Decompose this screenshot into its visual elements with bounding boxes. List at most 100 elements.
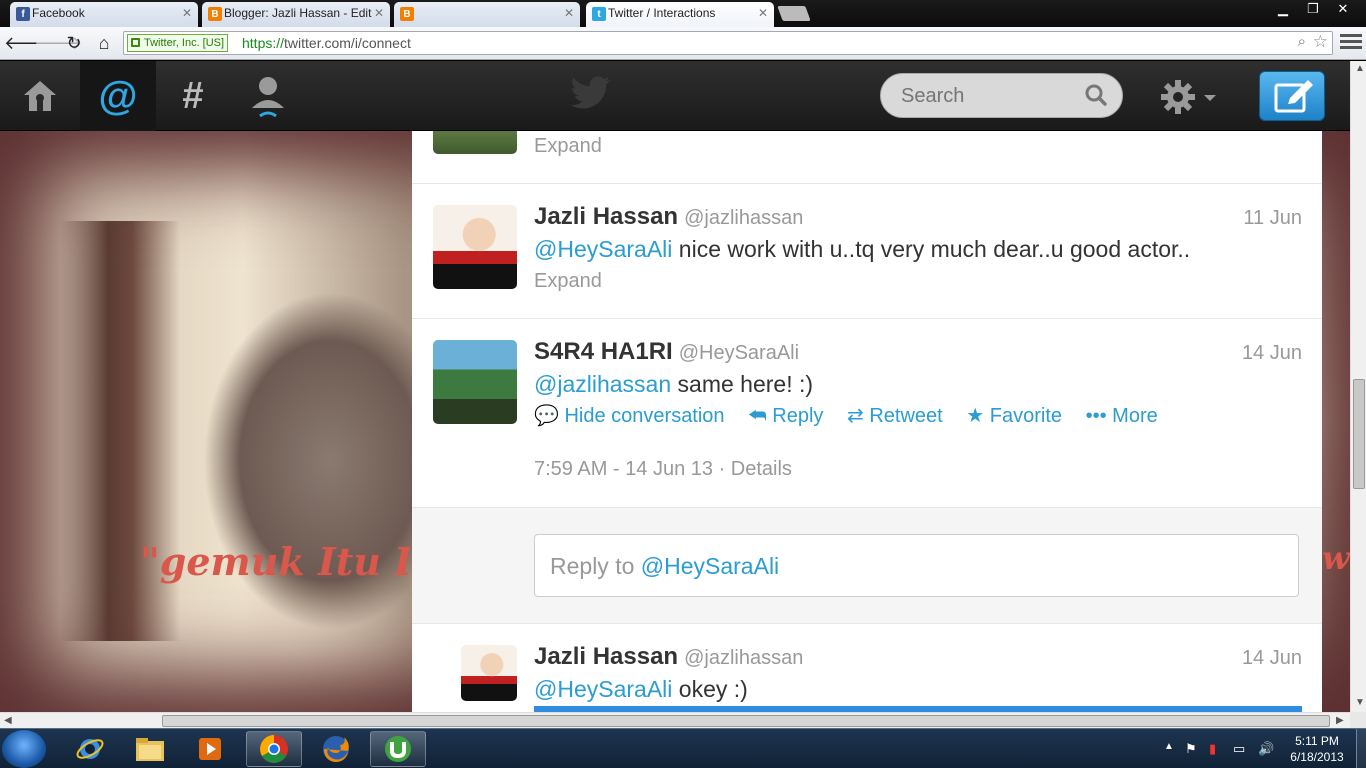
ev-certificate-badge[interactable]: Twitter, Inc. [US] bbox=[127, 34, 229, 52]
close-icon[interactable]: ✕ bbox=[374, 2, 384, 25]
action-center-flag-icon[interactable]: ⚑ bbox=[1185, 741, 1197, 757]
details-link[interactable]: Details bbox=[731, 458, 792, 480]
home-button[interactable]: ⌂ bbox=[92, 31, 116, 55]
tweet-text: @HeySaraAli okey :) bbox=[534, 676, 748, 703]
back-button[interactable]: 🡐 bbox=[4, 31, 52, 55]
tweet-text: @jazlihassan same here! :) bbox=[534, 371, 813, 398]
taskbar-media-player[interactable] bbox=[182, 731, 238, 767]
tweet-timestamp[interactable]: 7:59 AM - 14 Jun 13 bbox=[534, 458, 713, 480]
internet-explorer-icon bbox=[76, 739, 104, 759]
system-clock[interactable]: 5:11 PM 6/18/2013 bbox=[1282, 733, 1352, 765]
firefox-icon bbox=[323, 736, 349, 763]
scroll-right-arrow[interactable]: ▶ bbox=[1336, 715, 1344, 726]
new-tab-button[interactable] bbox=[777, 6, 811, 21]
facebook-icon: f bbox=[16, 7, 30, 21]
avatar[interactable] bbox=[433, 131, 517, 154]
reply-input[interactable]: Reply to @HeySaraAli bbox=[534, 534, 1299, 597]
user-icon bbox=[252, 77, 284, 118]
tweet-item-expanded[interactable]: S4R4 HA1RI @HeySaraAli 14 Jun @jazlihassa… bbox=[412, 319, 1322, 508]
zoom-icon[interactable]: ⌕ bbox=[1298, 33, 1306, 50]
expand-link[interactable]: Expand bbox=[534, 135, 602, 158]
forward-button[interactable]: 🡒 bbox=[34, 31, 82, 55]
tweet-text: @HeySaraAli nice work with u..tq very mu… bbox=[534, 236, 1190, 263]
avatar[interactable] bbox=[461, 645, 517, 701]
show-hidden-icons-arrow[interactable]: ▲ bbox=[1164, 741, 1174, 752]
browser-toolbar: 🡐 🡒 ↻ ⌂ Twitter, Inc. [US] https://twitt… bbox=[0, 27, 1366, 60]
horizontal-scrollbar[interactable]: ◀ ▶ bbox=[0, 712, 1350, 728]
taskbar-utorrent[interactable] bbox=[370, 731, 426, 767]
nav-discover[interactable]: # bbox=[155, 61, 231, 131]
tab-blogger-edit[interactable]: B Blogger: Jazli Hassan - Edit ✕ bbox=[202, 2, 390, 27]
chrome-menu-button[interactable] bbox=[1340, 31, 1362, 55]
home-icon bbox=[24, 81, 56, 111]
scroll-down-arrow[interactable]: ▼ bbox=[1355, 697, 1365, 708]
scroll-up-arrow[interactable]: ▲ bbox=[1355, 63, 1365, 74]
search-icon[interactable] bbox=[1084, 83, 1108, 107]
taskbar-explorer[interactable] bbox=[122, 731, 178, 767]
start-button[interactable] bbox=[2, 730, 46, 768]
mention-link[interactable]: @jazlihassan bbox=[534, 371, 671, 397]
taskbar-internet-explorer[interactable] bbox=[62, 731, 118, 767]
expand-link[interactable]: Expand bbox=[534, 270, 602, 293]
close-icon[interactable]: ✕ bbox=[758, 2, 768, 25]
star-icon: ★ bbox=[966, 405, 985, 427]
close-icon[interactable]: ✕ bbox=[564, 2, 574, 25]
tweet-item[interactable]: Jazli Hassan @jazlihassan 11 Jun @HeySara… bbox=[412, 184, 1322, 319]
reload-button[interactable]: ↻ bbox=[62, 31, 86, 55]
tab-title: Blogger: Jazli Hassan - Edit bbox=[224, 6, 372, 20]
tweet-author[interactable]: Jazli Hassan @jazlihassan bbox=[534, 643, 803, 671]
maximize-button[interactable]: ❐ bbox=[1298, 0, 1328, 20]
address-bar[interactable]: Twitter, Inc. [US] https://twitter.com/i… bbox=[123, 31, 1333, 55]
reply-button[interactable]: ⮪ Reply bbox=[748, 405, 823, 428]
screen: f Facebook ✕ B Blogger: Jazli Hassan - E… bbox=[0, 0, 1366, 768]
avatar[interactable] bbox=[433, 340, 517, 424]
volume-icon[interactable]: 🔊 bbox=[1258, 741, 1274, 757]
chrome-icon bbox=[260, 735, 288, 763]
twitter-bird-icon[interactable] bbox=[570, 73, 612, 113]
nav-me[interactable] bbox=[230, 61, 306, 131]
search-input[interactable] bbox=[901, 84, 1081, 108]
tweet-item-reply[interactable]: Jazli Hassan @jazlihassan 14 Jun @HeySara… bbox=[412, 624, 1322, 712]
minimize-button[interactable]: ▁ bbox=[1268, 0, 1298, 20]
url-text[interactable]: https://twitter.com/i/connect bbox=[242, 35, 411, 51]
horizontal-scroll-thumb[interactable] bbox=[162, 715, 1330, 727]
tab-blogger[interactable]: B ✕ bbox=[394, 2, 580, 27]
tweet-author[interactable]: S4R4 HA1RI @HeySaraAli bbox=[534, 338, 799, 366]
mention-link[interactable]: @HeySaraAli bbox=[534, 236, 672, 262]
network-icon[interactable]: ▭ bbox=[1233, 741, 1245, 757]
utorrent-icon bbox=[385, 736, 411, 762]
tweet-time[interactable]: 11 Jun bbox=[1243, 207, 1302, 230]
tab-strip: f Facebook ✕ B Blogger: Jazli Hassan - E… bbox=[0, 0, 1366, 27]
more-button[interactable]: ••• More bbox=[1086, 405, 1158, 428]
tweet-time[interactable]: 14 Jun bbox=[1242, 647, 1302, 670]
hide-conversation-button[interactable]: 💬 Hide conversation bbox=[534, 403, 725, 428]
show-desktop-button[interactable] bbox=[1356, 729, 1366, 768]
taskbar-chrome[interactable] bbox=[246, 731, 302, 767]
compose-tweet-button[interactable] bbox=[1259, 71, 1325, 121]
scroll-left-arrow[interactable]: ◀ bbox=[4, 715, 12, 726]
close-window-button[interactable]: ✕ bbox=[1328, 0, 1358, 20]
tweet-time[interactable]: 14 Jun bbox=[1242, 342, 1302, 365]
tweet-body: nice work with u..tq very much dear..u g… bbox=[672, 236, 1191, 262]
close-icon[interactable]: ✕ bbox=[182, 2, 192, 25]
tweet-item[interactable]: Expand bbox=[412, 131, 1322, 184]
action-label: Hide conversation bbox=[564, 405, 725, 427]
compose-icon bbox=[1274, 80, 1313, 113]
taskbar-firefox[interactable] bbox=[308, 731, 364, 767]
nav-connect[interactable]: @ bbox=[80, 61, 156, 131]
tab-facebook[interactable]: f Facebook ✕ bbox=[10, 2, 198, 27]
tweet-author[interactable]: Jazli Hassan @jazlihassan bbox=[534, 203, 803, 231]
tab-twitter[interactable]: t Twitter / Interactions ✕ bbox=[586, 2, 774, 27]
avatar[interactable] bbox=[433, 205, 517, 289]
bookmark-star-icon[interactable]: ☆ bbox=[1313, 32, 1328, 52]
battery-icon[interactable]: ▮ bbox=[1209, 741, 1216, 757]
nav-home[interactable] bbox=[2, 61, 78, 131]
favorite-button[interactable]: ★ Favorite bbox=[966, 403, 1062, 428]
tab-title: Twitter / Interactions bbox=[608, 6, 716, 20]
mention-link[interactable]: @HeySaraAli bbox=[534, 676, 672, 702]
settings-menu[interactable] bbox=[1160, 79, 1222, 115]
retweet-button[interactable]: ⇄ Retweet bbox=[847, 403, 943, 428]
vertical-scroll-thumb[interactable] bbox=[1353, 379, 1365, 489]
vertical-scrollbar[interactable]: ▲ ▼ bbox=[1350, 61, 1366, 712]
search-box[interactable] bbox=[880, 73, 1123, 118]
